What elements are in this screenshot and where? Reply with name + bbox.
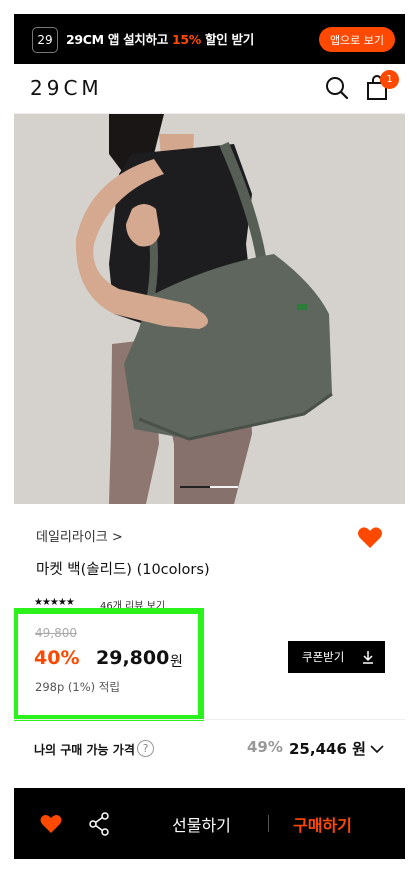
discount-rate: 40% bbox=[34, 647, 80, 669]
wishlist-heart-icon[interactable] bbox=[40, 814, 62, 834]
banner-text-suffix: 할인 받기 bbox=[201, 32, 254, 47]
share-icon[interactable] bbox=[88, 812, 110, 836]
download-icon bbox=[363, 651, 373, 664]
product-image[interactable] bbox=[14, 114, 405, 504]
heart-icon[interactable] bbox=[357, 526, 383, 550]
site-header: 29CM 1 bbox=[14, 64, 405, 114]
pagination-track bbox=[210, 486, 238, 488]
banner-discount-highlight: 15% bbox=[171, 32, 201, 47]
coupon-label: 쿠폰받기 bbox=[302, 650, 345, 664]
buy-button[interactable]: 구매하기 bbox=[293, 812, 352, 836]
coupon-button[interactable]: 쿠폰받기 bbox=[288, 641, 385, 673]
section-divider bbox=[14, 719, 405, 720]
banner-text: 29CM 앱 설치하고 15% 할인 받기 bbox=[66, 29, 254, 48]
site-logo[interactable]: 29CM bbox=[30, 76, 103, 100]
bottom-action-bar: 선물하기 구매하기 bbox=[14, 788, 405, 859]
cart-count-badge: 1 bbox=[380, 70, 399, 89]
pagination-active-indicator bbox=[180, 486, 210, 488]
rating-stars: ★★★★★ bbox=[34, 597, 75, 608]
currency-unit: 원 bbox=[170, 654, 183, 670]
app-install-banner[interactable]: 29 29CM 앱 설치하고 15% 할인 받기 앱으로 보기 bbox=[14, 14, 405, 64]
brand-link[interactable]: 데일리라이크 > bbox=[36, 526, 123, 545]
gift-button[interactable]: 선물하기 bbox=[172, 812, 231, 836]
bar-separator bbox=[268, 815, 269, 832]
banner-text-prefix: 29CM 앱 설치하고 bbox=[66, 32, 172, 47]
product-photo bbox=[14, 114, 405, 504]
image-pagination bbox=[180, 486, 238, 488]
help-icon[interactable]: ? bbox=[137, 740, 154, 757]
chevron-down-icon[interactable] bbox=[369, 742, 385, 756]
product-title: 마켓 백(솔리드) (10colors) bbox=[36, 562, 210, 578]
open-app-button[interactable]: 앱으로 보기 bbox=[319, 27, 395, 52]
sale-price: 29,800 bbox=[96, 647, 170, 669]
my-price-value: 25,446 원 bbox=[289, 740, 366, 758]
my-price-label: 나의 구매 가능 가격 bbox=[34, 743, 135, 757]
app-badge: 29 bbox=[32, 27, 58, 53]
my-price-rate: 49% bbox=[247, 738, 283, 756]
point-info: 298p (1%) 적립 bbox=[35, 680, 120, 694]
original-price: 49,800 bbox=[35, 626, 77, 640]
search-icon[interactable] bbox=[324, 75, 350, 101]
product-page: 29 29CM 앱 설치하고 15% 할인 받기 앱으로 보기 29CM 1 데… bbox=[14, 14, 405, 859]
